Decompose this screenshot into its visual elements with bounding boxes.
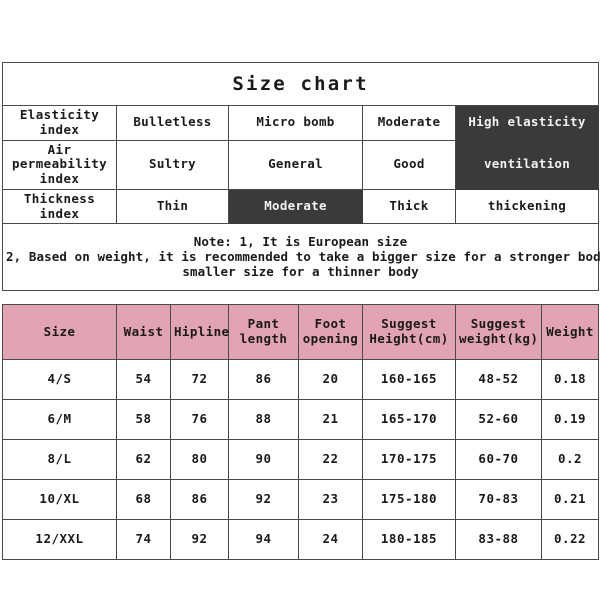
cell-pant-length: 94 (228, 519, 299, 560)
header-line2: weight(kg) (459, 331, 539, 346)
size-table-body: 4/S 54 72 86 20 160-165 48-52 0.18 6/M 5… (2, 359, 599, 560)
table-row[interactable]: 6/M 58 76 88 21 165-170 52-60 0.19 (2, 399, 599, 440)
cell-foot-opening: 21 (298, 399, 363, 440)
title-row: Size chart (1, 62, 600, 106)
note-block: Note: 1, It is European size 2, Based on… (1, 223, 600, 292)
cell-pant-length: 90 (228, 439, 299, 480)
elasticity-option-moderate[interactable]: Moderate (362, 105, 456, 141)
cell-size: 4/S (2, 359, 117, 400)
cell-hipline: 86 (170, 479, 229, 520)
row-label-air-permeability: Air permeability index (2, 139, 117, 190)
note-line-2: 2, Based on weight, it is recommended to… (6, 248, 600, 264)
air-permeability-option-sultry[interactable]: Sultry (116, 139, 229, 190)
thickness-option-moderate-selected[interactable]: Moderate (228, 188, 363, 225)
air-permeability-option-ventilation-selected[interactable]: ventilation (454, 139, 600, 190)
cell-size: 12/XXL (2, 519, 117, 560)
table-row[interactable]: 10/XL 68 86 92 23 175-180 70-83 0.21 (2, 479, 599, 520)
table-row[interactable]: 8/L 62 80 90 22 170-175 60-70 0.2 (2, 439, 599, 480)
column-header-size: Size (2, 304, 117, 360)
cell-pant-length: 86 (228, 359, 299, 400)
cell-weight: 0.18 (541, 359, 599, 400)
column-header-weight: Weight (541, 304, 599, 360)
cell-suggest-weight: 60-70 (455, 439, 542, 480)
note-line-1: Note: 1, It is European size (193, 234, 408, 250)
cell-waist: 68 (116, 479, 171, 520)
cell-suggest-height: 160-165 (362, 359, 456, 400)
attribute-table: Size chart Elasticity index Bulletless M… (1, 62, 600, 292)
cell-suggest-height: 170-175 (362, 439, 456, 480)
column-header-waist: Waist (116, 304, 171, 360)
cell-size: 6/M (2, 399, 117, 440)
row-label-line2: index (39, 205, 80, 221)
header-line1: Foot (314, 316, 347, 332)
cell-size: 10/XL (2, 479, 117, 520)
page-title: Size chart (1, 62, 600, 106)
header-line1: Suggest (470, 316, 527, 332)
cell-suggest-height: 180-185 (362, 519, 456, 560)
cell-waist: 58 (116, 399, 171, 440)
elasticity-option-bulletless[interactable]: Bulletless (116, 105, 229, 141)
cell-waist: 74 (116, 519, 171, 560)
cell-foot-opening: 20 (298, 359, 363, 400)
cell-suggest-height: 165-170 (362, 399, 456, 440)
cell-hipline: 80 (170, 439, 229, 480)
cell-hipline: 76 (170, 399, 229, 440)
elasticity-option-high-elasticity-selected[interactable]: High elasticity (454, 105, 600, 141)
header-line1: Pant (247, 316, 280, 332)
cell-weight: 0.22 (541, 519, 599, 560)
cell-foot-opening: 22 (298, 439, 363, 480)
cell-waist: 54 (116, 359, 171, 400)
elasticity-option-micro-bomb[interactable]: Micro bomb (228, 105, 363, 141)
column-header-pant-length: Pant length (228, 304, 299, 360)
note-line-3: smaller size for a thinner body (182, 263, 419, 279)
cell-weight: 0.19 (541, 399, 599, 440)
size-measurement-table: Size Waist Hipline Pant length Foot open… (2, 304, 599, 560)
column-header-suggest-height: Suggest Height(cm) (362, 304, 456, 360)
row-label-thickness: Thickness index (2, 188, 117, 225)
cell-hipline: 92 (170, 519, 229, 560)
row-label-line1: Elasticity (19, 107, 100, 122)
cell-suggest-weight: 48-52 (455, 359, 542, 400)
cell-pant-length: 88 (228, 399, 299, 440)
column-header-foot-opening: Foot opening (298, 304, 363, 360)
header-line2: Height(cm) (369, 331, 449, 346)
cell-size: 8/L (2, 439, 117, 480)
header-line2: length (239, 331, 288, 346)
note-row: Note: 1, It is European size 2, Based on… (1, 223, 600, 292)
table-row[interactable]: 4/S 54 72 86 20 160-165 48-52 0.18 (2, 359, 599, 400)
column-header-suggest-weight: Suggest weight(kg) (455, 304, 542, 360)
cell-weight: 0.21 (541, 479, 599, 520)
size-chart-sheet: Size chart Elasticity index Bulletless M… (0, 0, 600, 600)
cell-foot-opening: 24 (298, 519, 363, 560)
header-line1: Suggest (381, 316, 437, 332)
cell-hipline: 72 (170, 359, 229, 400)
row-label-line1: Thickness (23, 190, 96, 206)
cell-pant-length: 92 (228, 479, 299, 520)
air-permeability-option-good[interactable]: Good (362, 139, 456, 190)
row-label-elasticity: Elasticity index (2, 105, 117, 141)
attribute-row-elasticity: Elasticity index Bulletless Micro bomb M… (2, 105, 600, 141)
table-row[interactable]: 12/XXL 74 92 94 24 180-185 83-88 0.22 (2, 519, 599, 560)
cell-suggest-weight: 52-60 (455, 399, 542, 440)
row-label-line2: permeability (11, 156, 108, 172)
thickness-option-thickening[interactable]: thickening (454, 188, 600, 225)
row-label-line2: index (39, 121, 80, 137)
thickness-option-thin[interactable]: Thin (116, 188, 229, 225)
column-header-hipline: Hipline (170, 304, 229, 360)
cell-waist: 62 (116, 439, 171, 480)
cell-suggest-height: 175-180 (362, 479, 456, 520)
cell-suggest-weight: 83-88 (455, 519, 542, 560)
header-line2: opening (302, 331, 359, 346)
attribute-row-air-permeability: Air permeability index Sultry General Go… (2, 139, 600, 190)
attribute-row-thickness: Thickness index Thin Moderate Thick thic… (2, 188, 600, 225)
size-table-header-row: Size Waist Hipline Pant length Foot open… (2, 304, 599, 360)
row-label-line3: index (39, 171, 80, 186)
row-label-line1: Air (47, 141, 72, 157)
cell-suggest-weight: 70-83 (455, 479, 542, 520)
cell-weight: 0.2 (541, 439, 599, 480)
air-permeability-option-general[interactable]: General (228, 139, 363, 190)
cell-foot-opening: 23 (298, 479, 363, 520)
thickness-option-thick[interactable]: Thick (362, 188, 456, 225)
